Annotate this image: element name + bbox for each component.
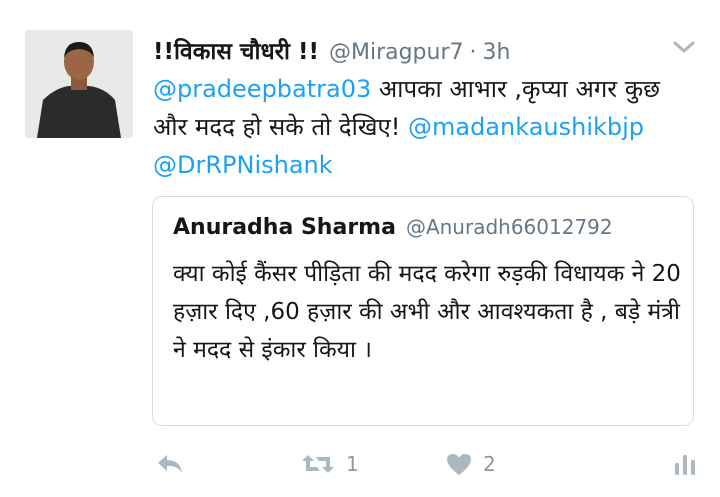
tweet-text: @pradeepbatra03 आपका आभार ,कृप्या अगर कु…	[153, 70, 693, 184]
tweet-header: !!विकास चौधरी !! @Miragpur7 · 3h	[153, 34, 510, 66]
quoted-tweet-text: क्या कोई कैंसर पीड़िता की मदद करेगा रुड़…	[173, 261, 681, 363]
quoted-tweet-card[interactable]: Anuradha Sharma @Anuradh66012792 क्या को…	[152, 196, 694, 426]
like-count: 2	[483, 452, 496, 476]
display-name[interactable]: !!विकास चौधरी !!	[153, 34, 319, 66]
reply-button[interactable]	[155, 446, 185, 482]
separator-dot: ·	[469, 40, 477, 65]
retweet-icon	[300, 451, 336, 477]
reply-icon	[155, 451, 185, 477]
retweet-button[interactable]: 1	[300, 446, 359, 482]
like-button[interactable]: 2	[445, 446, 496, 482]
mention-link[interactable]: @madankaushikbjp	[408, 113, 644, 141]
mention-link[interactable]: @pradeepbatra03	[153, 75, 371, 103]
avatar[interactable]	[25, 30, 133, 138]
chevron-down-icon[interactable]	[668, 36, 700, 58]
tweet-actions: 1 2	[0, 446, 720, 486]
timestamp[interactable]: 3h	[483, 40, 511, 65]
analytics-button[interactable]	[672, 446, 698, 482]
mention-link[interactable]: @DrRPNishank	[153, 151, 333, 179]
retweet-count: 1	[346, 452, 359, 476]
heart-icon	[445, 451, 473, 477]
quoted-user-handle: @Anuradh66012792	[405, 215, 613, 239]
user-handle[interactable]: @Miragpur7	[329, 40, 464, 65]
analytics-icon	[672, 451, 698, 477]
quoted-tweet-header: Anuradha Sharma @Anuradh66012792	[173, 215, 613, 240]
quoted-display-name: Anuradha Sharma	[173, 215, 396, 240]
